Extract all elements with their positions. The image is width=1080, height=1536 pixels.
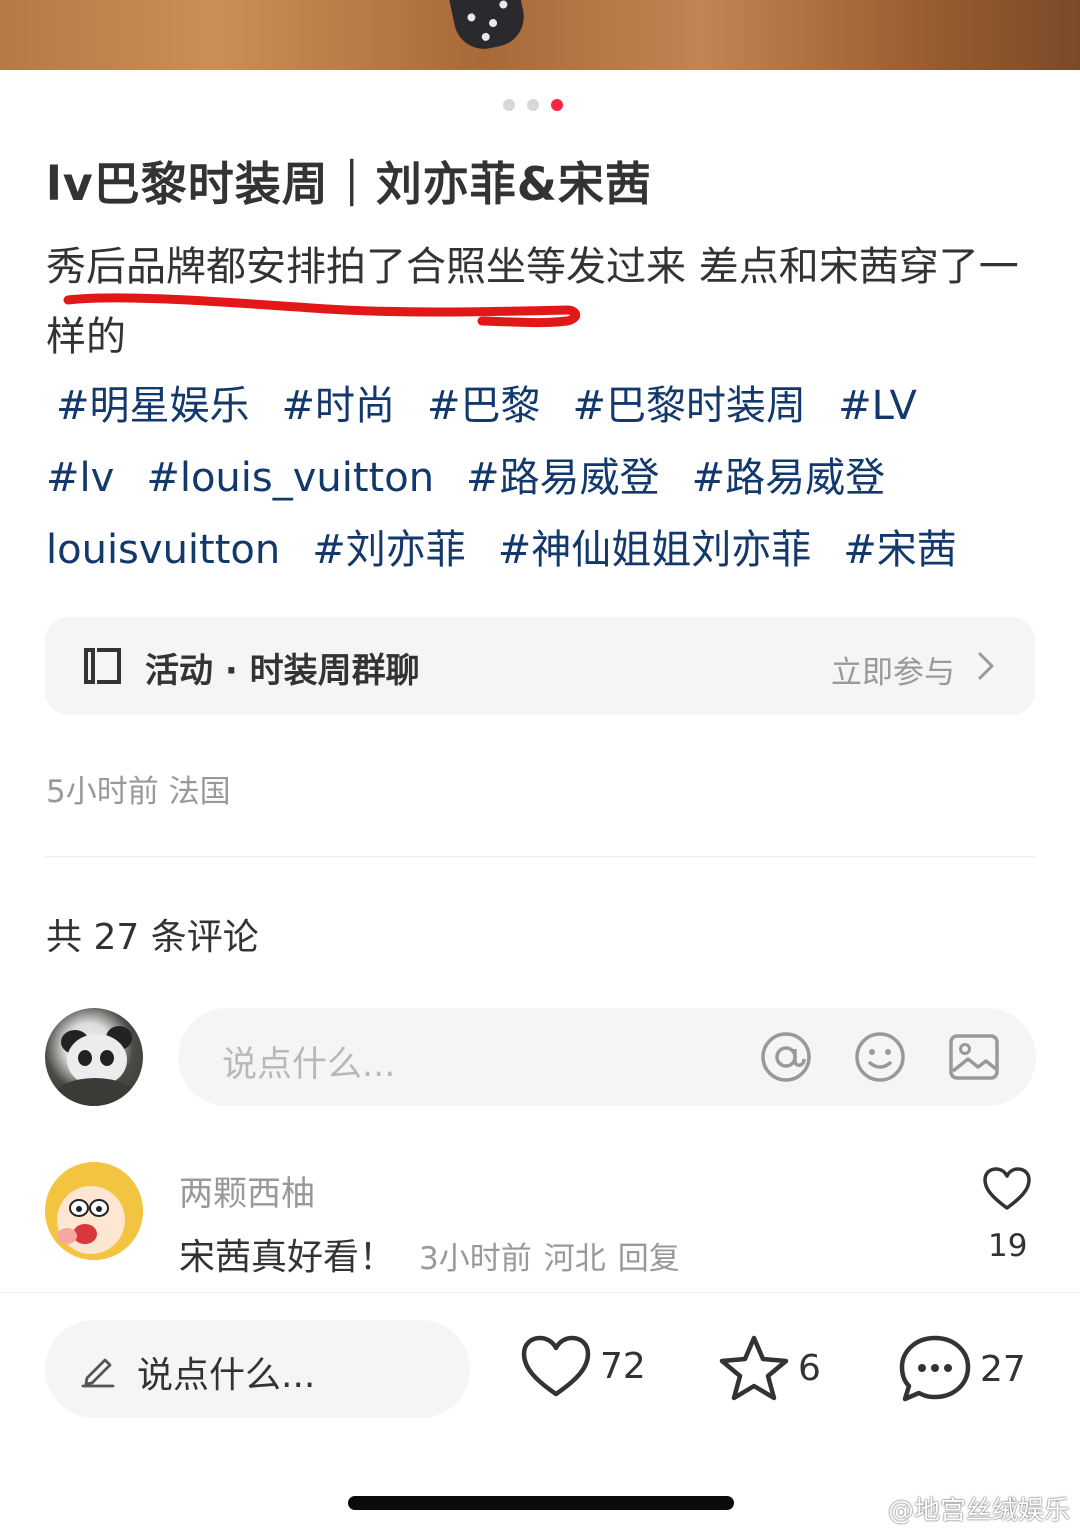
panda-avatar-art (55, 1026, 135, 1106)
activity-card[interactable]: 活动 · 时装周群聊 立即参与 (45, 617, 1035, 715)
comment-icon (899, 1335, 971, 1402)
comment-heart-icon[interactable] (982, 1166, 1032, 1212)
comment-username[interactable]: 两颗西柚 (179, 1166, 315, 1215)
reply-button[interactable]: 回复 (618, 1241, 680, 1277)
tag-link[interactable]: #路易威登 (466, 455, 660, 501)
emoji-icon[interactable] (854, 1031, 906, 1083)
post-title: lv巴黎时装周｜刘亦菲&宋茜 (46, 157, 652, 211)
pencil-icon (81, 1358, 115, 1388)
tag-link[interactable]: #巴黎 (427, 383, 541, 429)
comment-input[interactable]: 说点什么... (178, 1008, 1036, 1106)
comment-count-bottom: 27 (980, 1348, 1026, 1390)
comment-time: 3小时前 (419, 1241, 532, 1277)
comment-text: 宋茜真好看！ (179, 1237, 396, 1278)
carousel-dot (527, 99, 539, 111)
image-icon[interactable] (948, 1031, 1000, 1083)
divider (45, 856, 1035, 857)
favorite-count: 6 (798, 1347, 821, 1389)
comment-body: 宋茜真好看！ 3小时前 河北 回复 (179, 1228, 680, 1280)
cartoon-avatar-art (45, 1162, 143, 1260)
tag-link[interactable]: louisvuitton (46, 527, 280, 573)
comment-input-placeholder: 说点什么... (222, 1045, 396, 1085)
tag-link[interactable]: #时尚 (282, 383, 396, 429)
tag-link[interactable]: #lv (46, 455, 114, 501)
post-tags: #明星娱乐 #时尚 #巴黎 #巴黎时装周 #LV #lv #louis_vuitton #路… (46, 370, 1046, 586)
comment-avatar[interactable] (45, 1162, 143, 1260)
heart-icon (521, 1335, 591, 1397)
bottom-comment-input[interactable]: 说点什么... (45, 1320, 470, 1418)
tag-link[interactable]: #巴黎时装周 (573, 383, 807, 429)
tag-link[interactable]: #louis_vuitton (146, 455, 434, 501)
activity-icon (84, 648, 121, 684)
bottom-bar-divider (0, 1292, 1080, 1293)
like-button[interactable]: 72 (520, 1334, 646, 1398)
home-indicator[interactable] (348, 1496, 734, 1510)
tag-link[interactable]: #宋茜 (843, 527, 957, 573)
star-icon (719, 1335, 789, 1401)
tag-link[interactable]: #明星娱乐 (56, 383, 250, 429)
like-count: 72 (600, 1345, 646, 1387)
post-meta: 5小时前 法国 (46, 774, 231, 810)
carousel-dot (503, 99, 515, 111)
comment-count: 共 27 条评论 (46, 917, 259, 958)
chevron-right-icon (978, 652, 994, 680)
watermark: @地宫丝绒娱乐 (887, 1496, 1070, 1526)
favorite-button[interactable]: 6 (718, 1334, 821, 1402)
post-image[interactable] (0, 0, 1080, 70)
comment-location: 河北 (543, 1241, 606, 1277)
carousel-dot-active (551, 99, 563, 111)
tag-link[interactable]: #刘亦菲 (312, 527, 466, 573)
shoe-detail (444, 0, 530, 55)
carousel-indicator (503, 99, 563, 111)
comment-like-count: 19 (988, 1228, 1028, 1264)
bottom-input-placeholder: 说点什么... (137, 1355, 316, 1396)
at-icon[interactable] (760, 1031, 812, 1083)
current-user-avatar[interactable] (45, 1008, 143, 1106)
tag-link[interactable]: #LV (838, 383, 917, 429)
tag-link[interactable]: #路易威登 (692, 455, 886, 501)
red-underline-annotation (63, 293, 581, 328)
activity-label: 活动 · 时装周群聊 (145, 651, 420, 691)
tag-link[interactable]: #神仙姐姐刘亦菲 (498, 527, 812, 573)
comment-button[interactable]: 27 (898, 1334, 1026, 1404)
join-link[interactable]: 立即参与 (831, 647, 955, 692)
